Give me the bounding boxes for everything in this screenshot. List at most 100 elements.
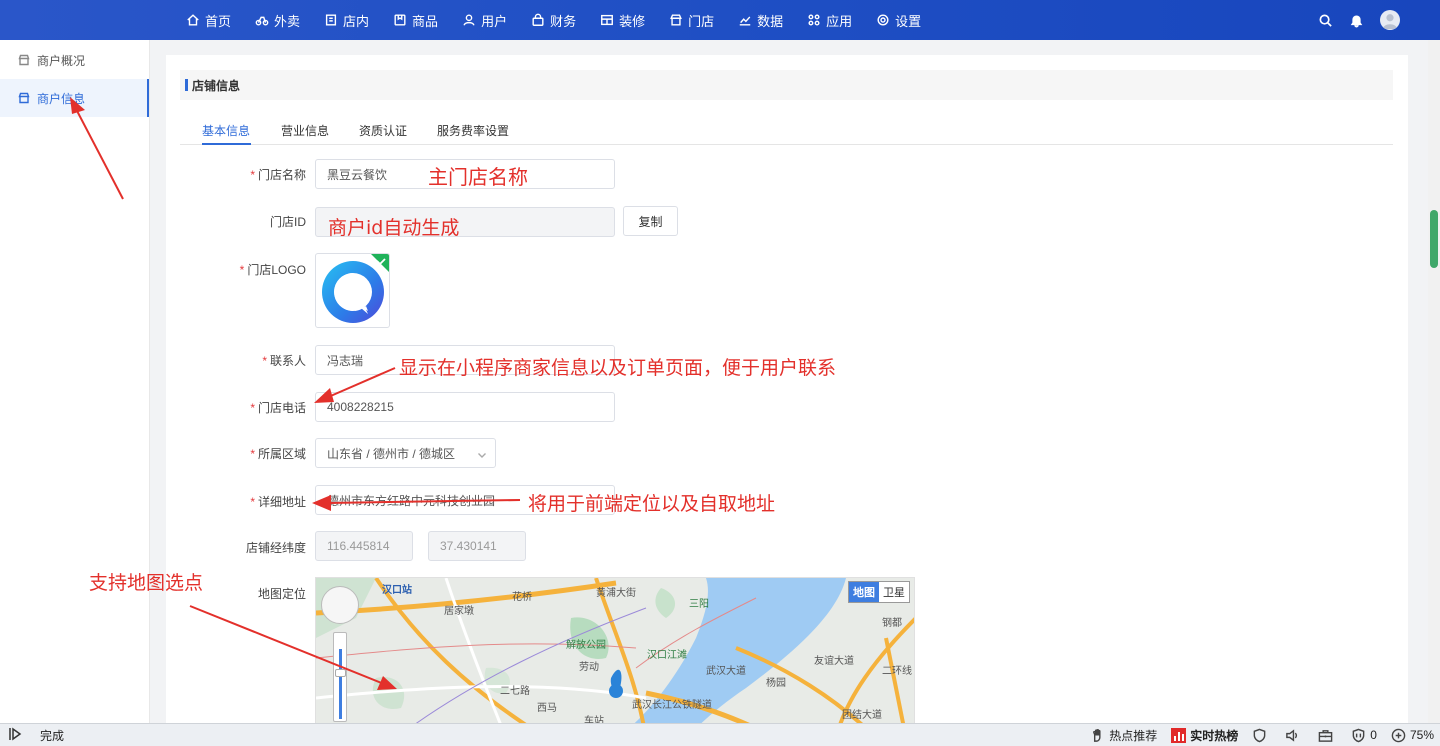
hot-chart-icon [1171, 727, 1187, 743]
region-select[interactable]: 山东省 / 德州市 / 德城区 [315, 438, 496, 468]
annotation-address: 将用于前端定位以及自取地址 [528, 493, 776, 515]
map-place-label: 花桥 [512, 592, 532, 603]
tab-qualification[interactable]: 资质认证 [359, 122, 407, 139]
phone-label: * 门店电话 [250, 401, 306, 415]
nav-finance[interactable]: 财务 [531, 11, 576, 30]
nav-instore[interactable]: 店内 [324, 11, 369, 30]
sidebar-item-overview[interactable]: 商户概况 [0, 41, 149, 79]
map-type-switch: 地图 卫星 [848, 581, 910, 603]
map-canvas [316, 578, 914, 723]
required-mark: * [250, 495, 255, 509]
region-value: 山东省 / 德州市 / 德城区 [327, 446, 456, 461]
chevron-down-icon [477, 449, 487, 459]
top-nav-items: 首页 外卖 店内 商品 用户 财务 装修 门店 数据 应用 设置 [186, 0, 945, 40]
contact-label: * 联系人 [262, 354, 306, 368]
hand-icon [1093, 728, 1101, 742]
nav-goods-label: 商品 [412, 13, 439, 29]
chart-icon [738, 13, 752, 27]
map-type-map-button[interactable]: 地图 [849, 582, 879, 602]
zoom-in-icon [1391, 728, 1406, 742]
nav-decorate[interactable]: 装修 [600, 11, 645, 30]
map-place-label: 友谊大道 [814, 656, 854, 667]
tab-service-fee[interactable]: 服务费率设置 [437, 122, 509, 139]
phone-input[interactable]: 4008228215 [315, 392, 615, 422]
nav-instore-label: 店内 [343, 13, 370, 29]
store-icon [18, 92, 30, 104]
nav-shop[interactable]: 门店 [669, 11, 714, 30]
required-mark: * [262, 354, 267, 368]
decorate-icon [600, 13, 614, 27]
shield-icon[interactable] [1252, 728, 1271, 743]
nav-decorate-label: 装修 [619, 13, 646, 29]
map-place-label: 二环线 [882, 666, 912, 677]
nav-home[interactable]: 首页 [186, 11, 231, 30]
page-scrollbar[interactable] [1428, 40, 1440, 723]
nav-takeout[interactable]: 外卖 [255, 11, 300, 30]
user-icon [462, 13, 476, 27]
nav-data[interactable]: 数据 [738, 11, 783, 30]
tab-business-info[interactable]: 营业信息 [281, 122, 329, 139]
map-zoom-control[interactable] [333, 632, 347, 722]
sidebar: 商户概况 商户信息 [0, 40, 150, 723]
bell-icon[interactable] [1349, 13, 1364, 28]
required-mark: * [239, 263, 245, 277]
map-place-label: 武汉大道 [706, 666, 746, 677]
map-place-label: 钢都 [882, 618, 902, 629]
nav-goods[interactable]: 商品 [393, 11, 438, 30]
nav-user[interactable]: 用户 [462, 11, 507, 30]
map-place-label: 劳动 [579, 662, 599, 673]
required-mark: * [250, 447, 255, 461]
map-place-label: 武汉长江公铁隧道 [632, 700, 712, 711]
map-pan-control[interactable] [321, 586, 359, 624]
location-map[interactable]: 汉口站 居家墩 花桥 解放公园 汉口江滩 劳动 武汉大道 杨园 友谊大道 西马 … [315, 577, 915, 723]
status-left: 完成 [8, 727, 64, 744]
nav-user-label: 用户 [481, 13, 508, 29]
search-icon[interactable] [1318, 13, 1333, 28]
home-icon [186, 13, 200, 27]
toolbox-icon[interactable] [1318, 728, 1337, 743]
store-id-label: 门店ID [269, 215, 306, 229]
security-count[interactable]: 0 [1351, 728, 1377, 743]
zoom-level[interactable]: 75% [1391, 728, 1434, 743]
map-type-satellite-button[interactable]: 卫星 [879, 582, 909, 602]
gear-icon [876, 13, 890, 27]
speaker-icon[interactable] [1285, 728, 1304, 743]
sidebar-item-merchant-info[interactable]: 商户信息 [0, 79, 149, 117]
hot-recommend[interactable]: 热点推荐 [1090, 727, 1157, 744]
map-place-label: 车站 [584, 716, 604, 723]
required-mark: * [250, 401, 255, 415]
nav-apps-label: 应用 [826, 13, 853, 29]
avatar[interactable] [1380, 10, 1400, 30]
region-label: * 所属区域 [250, 447, 306, 461]
browser-status-bar: 完成 热点推荐 实时热榜 0 75% [0, 723, 1440, 746]
tab-basic-info[interactable]: 基本信息 [202, 122, 250, 139]
nav-finance-label: 财务 [550, 13, 577, 29]
annotation-contact: 显示在小程序商家信息以及订单页面，便于用户联系 [399, 357, 837, 379]
map-place-label: 解放公园 [566, 640, 606, 651]
store-name-label: * 门店名称 [250, 168, 306, 182]
longitude-input: 116.445814 [315, 531, 413, 561]
map-place-label: 汉口江滩 [647, 650, 687, 661]
sidebar-item-label: 商户信息 [37, 91, 86, 106]
nav-home-label: 首页 [205, 13, 232, 29]
tab-bar: 基本信息 营业信息 资质认证 服务费率设置 [180, 117, 1393, 145]
store-inside-icon [324, 13, 338, 27]
map-place-label: 汉口站 [382, 585, 412, 596]
scroll-thumb[interactable] [1430, 210, 1438, 268]
zoom-track [339, 649, 342, 719]
logo-upload[interactable] [315, 253, 390, 328]
annotation-store-id: 商户id自动生成 [328, 217, 460, 239]
map-place-label: 三阳 [689, 599, 709, 610]
zoom-handle[interactable] [335, 669, 346, 677]
realtime-hot[interactable]: 实时热榜 [1171, 727, 1238, 744]
address-label: * 详细地址 [250, 495, 306, 509]
nav-apps[interactable]: 应用 [807, 11, 852, 30]
copy-button[interactable]: 复制 [623, 206, 678, 236]
nav-settings[interactable]: 设置 [876, 11, 921, 30]
latlng-label: 店铺经纬度 [245, 541, 306, 555]
sidebar-toggle-icon[interactable] [8, 727, 24, 744]
annotation-map: 支持地图选点 [89, 572, 204, 594]
status-text: 完成 [40, 729, 65, 743]
sidebar-item-label: 商户概况 [37, 53, 86, 68]
nav-shop-label: 门店 [688, 13, 715, 29]
